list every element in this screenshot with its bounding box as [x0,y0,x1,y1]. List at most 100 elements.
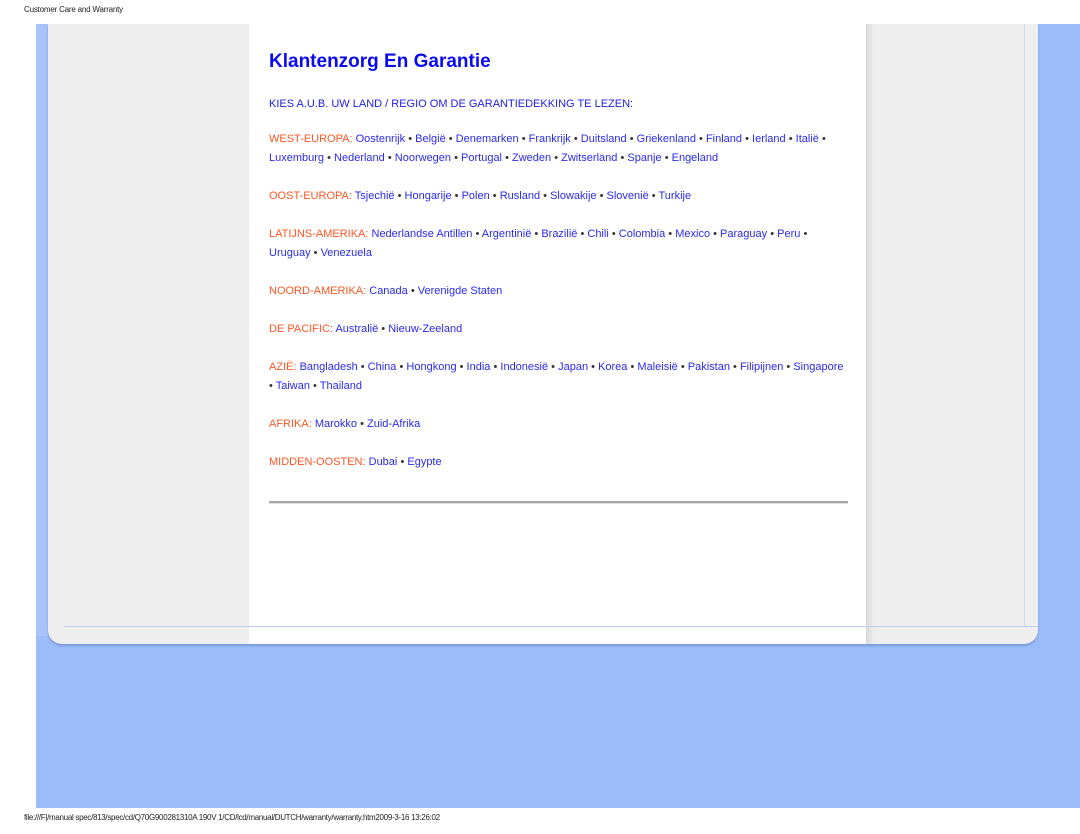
bullet-separator: • [492,190,497,202]
bullet-separator: • [745,133,749,145]
country-link[interactable]: Engeland [672,152,719,164]
bullet-separator: • [454,190,459,202]
bullet-separator: • [408,133,413,145]
region-5: AZIË: Bangladesh • China • Hongkong • In… [269,358,849,396]
region-label: WEST-EUROPA: [269,133,353,145]
country-link[interactable]: Nederland [334,152,385,164]
country-link[interactable]: Marokko [315,418,357,430]
bullet-separator: • [454,152,458,164]
country-link[interactable]: Peru [777,228,800,240]
country-link[interactable]: Indonesië [500,361,548,373]
bullet-separator: • [611,228,616,240]
country-link[interactable]: Duitsland [581,133,627,145]
country-link[interactable]: Oostenrijk [356,133,406,145]
bullet-separator: • [410,285,415,297]
country-link[interactable]: Paraguay [720,228,767,240]
bullet-separator: • [680,361,685,373]
country-link[interactable]: Hongarije [405,190,452,202]
bullet-separator: • [599,190,604,202]
country-link[interactable]: Portugal [461,152,502,164]
country-link[interactable]: Korea [598,361,627,373]
country-link[interactable]: Brazilië [541,228,577,240]
bullet-separator: • [664,152,669,164]
country-link[interactable]: Filipijnen [740,361,783,373]
bullet-separator: • [668,228,673,240]
country-link[interactable]: Turkije [659,190,692,202]
bullet-separator: • [399,361,404,373]
country-link[interactable]: Spanje [627,152,661,164]
bullet-separator: • [387,152,392,164]
country-link[interactable]: Zuid-Afrika [367,418,420,430]
bullet-separator: • [770,228,775,240]
bullet-separator: • [551,361,556,373]
bullet-separator: • [521,133,526,145]
country-link[interactable]: Nederlandse Antillen [372,228,473,240]
country-link[interactable]: Slovenië [607,190,649,202]
country-link[interactable]: Polen [462,190,490,202]
country-link[interactable]: Singapore [793,361,843,373]
country-link[interactable]: Ierland [752,133,786,145]
divider-vertical [1024,24,1025,626]
country-link[interactable]: Zwitserland [561,152,617,164]
country-link[interactable]: Finland [706,133,742,145]
bullet-separator: • [699,133,703,145]
region-4: DE PACIFIC: Australië • Nieuw-Zeeland [269,320,849,339]
bullet-separator: • [534,228,539,240]
bullet-separator: • [788,133,793,145]
country-link[interactable]: Dubai [369,456,398,468]
bullet-separator: • [448,133,453,145]
country-link[interactable]: Rusland [500,190,540,202]
bullet-separator: • [713,228,717,240]
country-link[interactable]: Slowakije [550,190,596,202]
horizontal-rule [269,501,848,504]
country-link[interactable]: Uruguay [269,247,311,259]
country-link[interactable]: Bangladesh [300,361,358,373]
right-panel-shade [866,24,874,644]
country-link[interactable]: Egypte [407,456,441,468]
bullet-separator: • [400,456,405,468]
country-link[interactable]: Verenigde Staten [418,285,502,297]
country-link[interactable]: China [368,361,397,373]
country-link[interactable]: Nieuw-Zeeland [388,323,462,335]
bullet-separator: • [493,361,498,373]
country-link[interactable]: Griekenland [637,133,696,145]
country-link[interactable]: Canada [369,285,408,297]
country-link[interactable]: Mexico [675,228,710,240]
country-link[interactable]: Pakistan [688,361,730,373]
bullet-separator: • [360,361,365,373]
country-link[interactable]: Noorwegen [395,152,451,164]
bullet-separator: • [821,133,826,145]
country-link[interactable]: Argentinië [482,228,532,240]
country-link[interactable]: Chili [587,228,608,240]
region-label: OOST-EUROPA: [269,190,352,202]
country-link[interactable]: Australië [335,323,378,335]
region-label: AZIË: [269,361,297,373]
country-link[interactable]: België [415,133,446,145]
country-link[interactable]: Italië [796,133,819,145]
country-link[interactable]: Thailand [320,380,362,392]
country-link[interactable]: Denemarken [456,133,519,145]
country-link[interactable]: Frankrijk [529,133,571,145]
bullet-separator: • [591,361,595,373]
bullet-separator: • [459,361,464,373]
country-link[interactable]: Maleisië [637,361,677,373]
country-link[interactable]: Colombia [619,228,665,240]
country-link[interactable]: Japan [558,361,588,373]
country-link[interactable]: Hongkong [406,361,456,373]
country-link[interactable]: Venezuela [321,247,372,259]
divider-horizontal [64,626,1038,627]
bullet-separator: • [733,361,737,373]
main-content: Klantenzorg En Garantie KIES A.U.B. UW L… [269,50,849,491]
bullet-separator: • [651,190,656,202]
bullet-separator: • [629,133,634,145]
country-link[interactable]: Taiwan [276,380,310,392]
bullet-separator: • [475,228,480,240]
region-7: MIDDEN-OOSTEN: Dubai • Egypte [269,453,849,472]
country-link[interactable]: Luxemburg [269,152,324,164]
document-header: Customer Care and Warranty [24,5,123,14]
region-0: WEST-EUROPA: Oostenrijk • België • Denem… [269,130,849,168]
country-link[interactable]: India [467,361,491,373]
country-link[interactable]: Tsjechië [355,190,395,202]
bullet-separator: • [786,361,791,373]
country-link[interactable]: Zweden [512,152,551,164]
